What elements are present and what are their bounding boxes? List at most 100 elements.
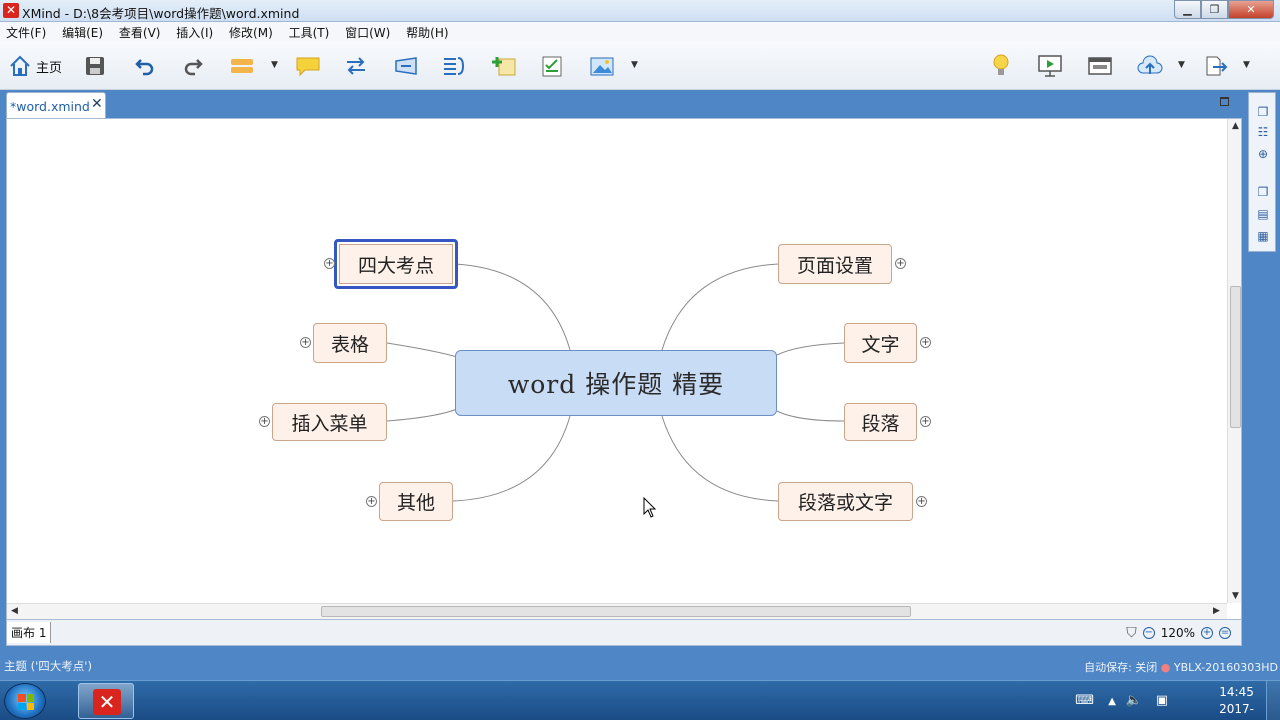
horizontal-scroll-thumb[interactable] bbox=[321, 606, 911, 617]
scroll-down-icon[interactable]: ▼ bbox=[1232, 591, 1239, 601]
scroll-up-icon[interactable]: ▲ bbox=[1232, 121, 1239, 131]
outline-icon[interactable]: ☷ bbox=[1256, 125, 1270, 139]
taskbar-xmind-button[interactable]: ✕ bbox=[78, 683, 134, 719]
central-topic[interactable]: word 操作题 精要 bbox=[455, 350, 777, 416]
sheet-tab-canvas-1[interactable]: 画布 1 bbox=[7, 622, 52, 643]
minimize-button[interactable]: ▁ bbox=[1174, 0, 1201, 19]
selected-topic-status: 主题 ('四大考点') bbox=[4, 659, 92, 673]
start-button[interactable] bbox=[4, 683, 46, 719]
zoom-controls: ⛉ − 120% + = bbox=[1126, 625, 1231, 641]
scroll-right-icon[interactable]: ▶ bbox=[1213, 606, 1220, 616]
user-dot-icon: ● bbox=[1160, 661, 1174, 674]
scroll-left-icon[interactable]: ◀ bbox=[11, 606, 18, 616]
expand-page-setup-icon[interactable]: + bbox=[895, 258, 906, 269]
keyboard-icon[interactable]: ⌨ bbox=[1075, 693, 1094, 708]
relationship-icon[interactable] bbox=[342, 52, 370, 80]
mindmap-canvas[interactable]: word 操作题 精要 四大考点 + 表格 + 插入菜单 + 其他 + 页面设置… bbox=[6, 118, 1242, 620]
xmind-taskbar-icon: ✕ bbox=[93, 689, 121, 715]
title-bar: ✕ XMind - D:\8会考项目\word操作题\word.xmind ▁ … bbox=[0, 0, 1280, 22]
markers-icon[interactable]: ▦ bbox=[1256, 229, 1270, 243]
expand-insert-menu-icon[interactable]: + bbox=[259, 416, 270, 427]
topic-page-setup[interactable]: 页面设置 bbox=[778, 244, 892, 284]
main-toolbar: 主页 ▼ ▼ ▼ ▼ bbox=[0, 42, 1280, 90]
close-tab-icon[interactable]: ✕ bbox=[91, 96, 103, 112]
menu-view[interactable]: 查看(V) bbox=[113, 22, 167, 41]
boundary-icon[interactable] bbox=[392, 52, 420, 80]
expand-paragraph-icon[interactable]: + bbox=[920, 416, 931, 427]
expand-text-icon[interactable]: + bbox=[920, 337, 931, 348]
close-window-button[interactable]: ✕ bbox=[1228, 0, 1274, 19]
topic-paragraph-or-text[interactable]: 段落或文字 bbox=[778, 482, 913, 521]
zoom-level[interactable]: 120% bbox=[1161, 626, 1195, 640]
zoom-out-icon[interactable]: − bbox=[1142, 627, 1155, 639]
expand-paragraph-or-text-icon[interactable]: + bbox=[916, 496, 927, 507]
expand-four-key-points-icon[interactable]: + bbox=[324, 258, 335, 269]
vertical-scroll-thumb[interactable] bbox=[1230, 286, 1241, 428]
horizontal-scrollbar[interactable]: ◀ ▶ bbox=[7, 603, 1227, 619]
tab-word-xmind[interactable]: *word.xmind ✕ bbox=[6, 92, 106, 118]
zoom-reset-icon[interactable]: = bbox=[1219, 627, 1231, 639]
topic-table[interactable]: 表格 bbox=[313, 323, 387, 363]
machine-name[interactable]: YBLX-20160303HD bbox=[1174, 661, 1278, 674]
topic-other[interactable]: 其他 bbox=[379, 482, 453, 521]
window-controls: ▁ ❐ ✕ bbox=[1174, 0, 1274, 19]
menu-modify[interactable]: 修改(M) bbox=[223, 22, 279, 41]
note-icon[interactable] bbox=[490, 52, 518, 80]
image-icon[interactable] bbox=[588, 52, 616, 80]
menu-edit[interactable]: 编辑(E) bbox=[56, 22, 109, 41]
share-dropdown-icon[interactable]: ▼ bbox=[1178, 60, 1185, 70]
menu-insert[interactable]: 插入(I) bbox=[170, 22, 219, 41]
tab-label: *word.xmind bbox=[10, 99, 90, 114]
window-title: XMind - D:\8会考项目\word操作题\word.xmind bbox=[22, 6, 300, 21]
lightbulb-icon[interactable] bbox=[988, 52, 1014, 80]
expand-other-icon[interactable]: + bbox=[366, 496, 377, 507]
expand-table-icon[interactable]: + bbox=[300, 337, 311, 348]
redo-icon[interactable] bbox=[180, 52, 206, 80]
callout-icon[interactable] bbox=[294, 52, 322, 80]
menu-help[interactable]: 帮助(H) bbox=[400, 22, 454, 41]
topic-paragraph[interactable]: 段落 bbox=[844, 403, 917, 441]
restore-panel-2-icon[interactable]: ❐ bbox=[1256, 185, 1270, 199]
overview-icon[interactable]: ⊕ bbox=[1256, 147, 1270, 161]
share-upload-icon[interactable] bbox=[1136, 52, 1164, 80]
home-icon[interactable] bbox=[6, 52, 34, 80]
task-icon[interactable] bbox=[538, 52, 566, 80]
clock-date: 2017-10-19 bbox=[1219, 702, 1254, 720]
topic-insert-menu[interactable]: 插入菜单 bbox=[272, 403, 387, 441]
topic-four-key-points[interactable]: 四大考点 bbox=[334, 239, 458, 289]
topic-dropdown-icon[interactable]: ▼ bbox=[271, 60, 278, 70]
filter-icon[interactable]: ⛉ bbox=[1126, 625, 1137, 641]
volume-icon[interactable]: 🔈 bbox=[1126, 693, 1142, 708]
sheet-bar: 画布 1 ⛉ − 120% + = bbox=[6, 620, 1242, 646]
show-hidden-icons-icon[interactable]: ▲ bbox=[1108, 696, 1116, 707]
topic-text[interactable]: 文字 bbox=[844, 323, 917, 363]
show-desktop-button[interactable] bbox=[1266, 681, 1280, 720]
app-status-bar: 主题 ('四大考点') 自动保存: 关闭 ● YBLX-20160303HD bbox=[0, 655, 1280, 675]
menu-window[interactable]: 窗口(W) bbox=[339, 22, 396, 41]
xmind-app-icon: ✕ bbox=[3, 3, 19, 18]
mouse-cursor-icon bbox=[643, 497, 657, 518]
menu-tools[interactable]: 工具(T) bbox=[283, 22, 336, 41]
vertical-scrollbar[interactable]: ▲ ▼ bbox=[1227, 119, 1241, 603]
network-icon[interactable]: ▣ bbox=[1156, 693, 1168, 708]
clock[interactable]: 14:45 2017-10-19 bbox=[1219, 684, 1254, 720]
side-panel-toolbar: ❐ ☷ ⊕ ❐ ▤ ▦ bbox=[1248, 92, 1276, 252]
image-dropdown-icon[interactable]: ▼ bbox=[631, 60, 638, 70]
window-layout-icon[interactable] bbox=[1086, 52, 1114, 80]
autosave-label[interactable]: 自动保存: 关闭 bbox=[1084, 661, 1157, 674]
restore-panel-icon[interactable]: ❐ bbox=[1256, 105, 1270, 119]
export-dropdown-icon[interactable]: ▼ bbox=[1243, 60, 1250, 70]
undo-icon[interactable] bbox=[132, 52, 158, 80]
autosave-status: 自动保存: 关闭 ● YBLX-20160303HD bbox=[1084, 659, 1278, 675]
properties-icon[interactable]: ▤ bbox=[1256, 207, 1270, 221]
presentation-icon[interactable] bbox=[1036, 52, 1064, 80]
home-label[interactable]: 主页 bbox=[36, 52, 62, 80]
summary-icon[interactable] bbox=[440, 52, 468, 80]
export-icon[interactable] bbox=[1202, 52, 1230, 80]
maximize-editor-icon[interactable] bbox=[1220, 97, 1229, 106]
menu-file[interactable]: 文件(F) bbox=[0, 22, 52, 41]
zoom-in-icon[interactable]: + bbox=[1201, 627, 1213, 639]
save-icon[interactable] bbox=[82, 52, 108, 80]
topic-icon[interactable] bbox=[228, 52, 258, 80]
restore-button[interactable]: ❐ bbox=[1201, 0, 1228, 19]
